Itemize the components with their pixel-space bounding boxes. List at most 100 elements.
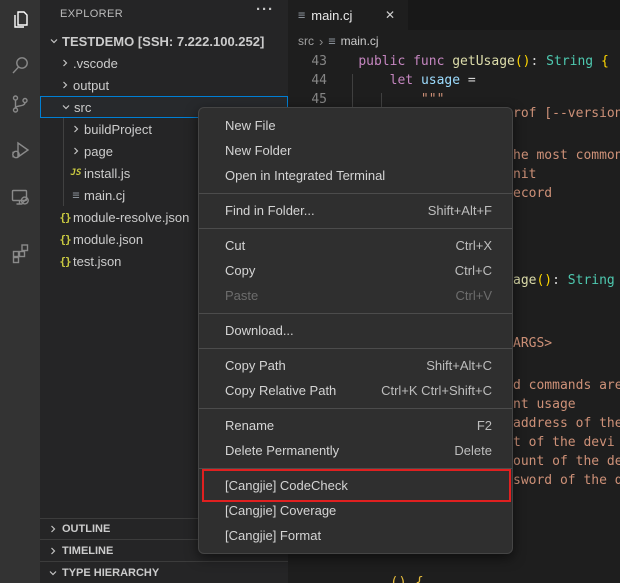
tree-item-label: TESTDEMO [SSH: 7.222.100.252] [62,34,264,49]
tree-item-vscode[interactable]: .vscode [40,52,288,74]
menu-item-new-file[interactable]: New File [199,113,512,138]
context-menu: New File New Folder Open in Integrated T… [198,107,513,554]
menu-item-label: New File [225,118,276,133]
code-fragment: rof [--version [513,104,620,123]
menu-separator [199,313,512,314]
menu-item-cangjie-format[interactable]: [Cangjie] Format [199,523,512,548]
remote-explorer-icon[interactable] [8,185,32,209]
tree-item-output[interactable]: output [40,74,288,96]
line-number: 44 [288,71,327,90]
more-actions-icon[interactable]: ··· [256,1,274,18]
menu-item-find-in-folder[interactable]: Find in Folder... Shift+Alt+F [199,198,512,223]
menu-item-shortcut: Ctrl+V [436,288,492,303]
extensions-icon[interactable] [8,241,32,265]
menu-item-label: Find in Folder... [225,203,315,218]
menu-item-copy-path[interactable]: Copy Path Shift+Alt+C [199,353,512,378]
code-fragment: ecord [513,184,552,203]
code-fragment-below-menu: () { [390,575,424,583]
explorer-icon[interactable] [8,8,32,32]
chevron-down-icon [48,35,60,47]
menu-separator [199,408,512,409]
code-fragment: t of the devi [513,433,615,452]
code-fragment: he most common [513,146,620,165]
menu-item-copy[interactable]: Copy Ctrl+C [199,258,512,283]
menu-item-shortcut: Shift+Alt+F [408,203,492,218]
file-icon: ≡ [328,34,335,48]
menu-item-label: New Folder [225,143,291,158]
menu-item-shortcut: F2 [457,418,492,433]
run-debug-icon[interactable] [8,138,32,162]
menu-item-cangjie-coverage[interactable]: [Cangjie] Coverage [199,498,512,523]
chevron-right-icon [59,57,71,69]
tree-item-label: module-resolve.json [73,210,189,225]
menu-item-cut[interactable]: Cut Ctrl+X [199,233,512,258]
panel-label: OUTLINE [62,523,110,535]
menu-item-label: Open in Integrated Terminal [225,168,385,183]
source-control-icon[interactable] [8,92,32,116]
menu-item-label: Cut [225,238,245,253]
vscode-window: EXPLORER ··· TESTDEMO [SSH: 7.222.100.25… [0,0,620,583]
menu-item-cangjie-codecheck[interactable]: [Cangjie] CodeCheck [199,473,512,498]
menu-item-rename[interactable]: Rename F2 [199,413,512,438]
menu-item-shortcut: Delete [434,443,492,458]
chevron-down-icon [60,101,72,113]
activity-bar [0,0,40,583]
menu-item-shortcut: Ctrl+K Ctrl+Shift+C [361,383,492,398]
menu-item-label: Delete Permanently [225,443,339,458]
tree-item-label: .vscode [73,56,118,71]
menu-item-label: Rename [225,418,274,433]
menu-item-label: [Cangjie] Format [225,528,321,543]
menu-item-paste[interactable]: Paste Ctrl+V [199,283,512,308]
chevron-down-icon [47,567,59,579]
json-file-icon: {} [59,255,70,268]
code-area[interactable]: 43 public func getUsage(): String { 44 l… [288,52,620,109]
tree-item-testdemo-root[interactable]: TESTDEMO [SSH: 7.222.100.252] [40,30,288,52]
menu-item-label: [Cangjie] Coverage [225,503,336,518]
code-line: 43 public func getUsage(): String { [288,52,620,71]
chevron-right-icon [59,79,71,91]
menu-item-new-folder[interactable]: New Folder [199,138,512,163]
search-icon[interactable] [8,53,32,77]
code-fragment: ARGS> [513,334,552,353]
breadcrumb-folder[interactable]: src [298,34,314,48]
tree-item-label: page [84,144,113,159]
tree-item-label: module.json [73,232,143,247]
chevron-right-icon [47,523,59,535]
menu-item-label: Download... [225,323,294,338]
code-fragment: d commands are [513,376,620,395]
chevron-right-icon [70,123,82,135]
panel-header-type-hierarchy[interactable]: TYPE HIERARCHY [40,561,288,583]
menu-separator [199,228,512,229]
menu-item-shortcut: Ctrl+X [436,238,492,253]
close-icon[interactable]: ✕ [382,7,398,23]
tree-item-label: main.cj [84,188,125,203]
menu-separator [199,348,512,349]
menu-item-label: Copy Relative Path [225,383,336,398]
menu-item-label: [Cangjie] CodeCheck [225,478,348,493]
code-fragment: ount of the de [513,452,620,471]
menu-item-delete-permanently[interactable]: Delete Permanently Delete [199,438,512,463]
json-file-icon: {} [59,211,70,224]
breadcrumb-file[interactable]: main.cj [341,34,379,48]
file-icon: ≡ [298,8,305,22]
tab-main-cj[interactable]: ≡ main.cj ✕ [288,0,408,30]
tree-item-label: output [73,78,109,93]
chevron-right-icon [47,545,59,557]
panel-label: TYPE HIERARCHY [62,567,159,579]
menu-item-shortcut: Ctrl+C [435,263,492,278]
menu-item-label: Copy [225,263,255,278]
menu-item-download[interactable]: Download... [199,318,512,343]
line-number: 43 [288,52,327,71]
code-fragment: nit [513,165,536,184]
tree-item-label: test.json [73,254,121,269]
code-fragment: address of the [513,414,620,433]
menu-item-copy-relative-path[interactable]: Copy Relative Path Ctrl+K Ctrl+Shift+C [199,378,512,403]
tab-bar: ≡ main.cj ✕ [288,0,620,30]
menu-item-open-integrated-terminal[interactable]: Open in Integrated Terminal [199,163,512,188]
menu-item-shortcut: Shift+Alt+C [406,358,492,373]
js-file-icon: JS [71,168,82,178]
panel-label: TIMELINE [62,545,113,557]
json-file-icon: {} [59,233,70,246]
tab-label: main.cj [311,8,376,23]
code-line: 44 let usage = [288,71,620,90]
